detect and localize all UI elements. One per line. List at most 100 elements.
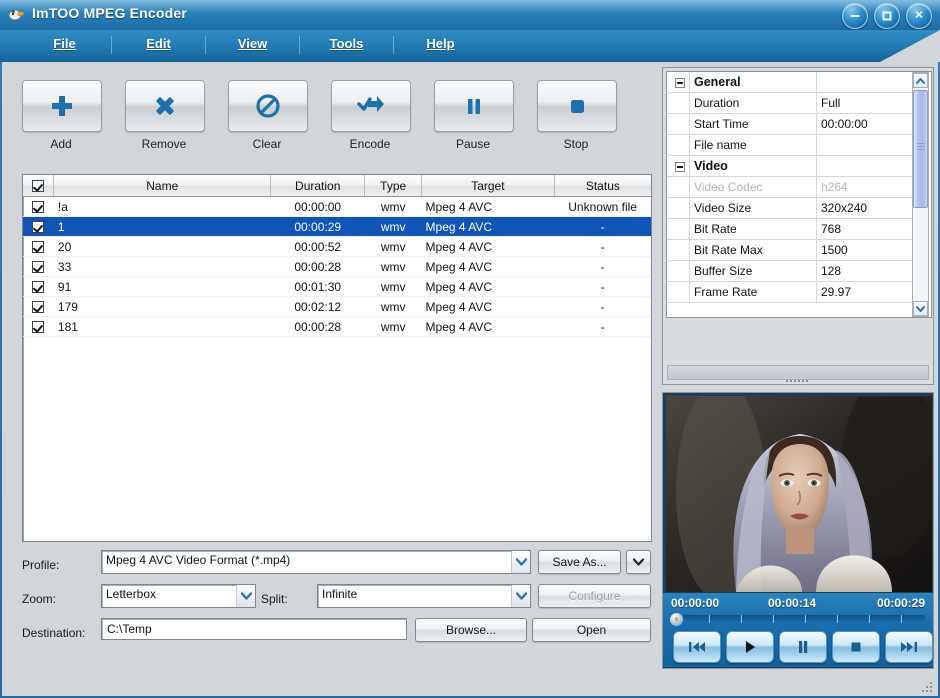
remove-button[interactable]: Remove	[125, 80, 205, 151]
row-checkbox[interactable]	[32, 201, 45, 214]
save-as-button[interactable]: Save As...	[538, 550, 621, 574]
row-checkbox-cell[interactable]	[23, 216, 54, 237]
file-list[interactable]: Name Duration Type Target Status !a 00:0…	[22, 174, 652, 542]
scrollbar-thumb[interactable]	[913, 90, 928, 208]
destination-input[interactable]: C:\Temp	[101, 618, 407, 640]
table-row[interactable]: !a 00:00:00 wmv Mpeg 4 AVC Unknown file	[23, 196, 651, 217]
table-row[interactable]: 20 00:00:52 wmv Mpeg 4 AVC -	[23, 236, 651, 257]
table-row[interactable]: 1 00:00:29 wmv Mpeg 4 AVC -	[23, 216, 651, 237]
property-row[interactable]: Duration Full	[667, 92, 929, 114]
cross-icon	[156, 97, 174, 115]
save-as-dropdown-button[interactable]	[626, 550, 651, 574]
row-checkbox[interactable]	[32, 301, 45, 314]
row-checkbox[interactable]	[32, 261, 45, 274]
clear-button[interactable]: Clear	[228, 80, 308, 151]
property-row[interactable]: Start Time 00:00:00	[667, 113, 929, 135]
table-row[interactable]: 91 00:01:30 wmv Mpeg 4 AVC -	[23, 276, 651, 297]
seek-handle[interactable]	[669, 612, 684, 627]
open-button[interactable]: Open	[532, 618, 651, 642]
menu-item-view[interactable]: View	[206, 30, 299, 57]
skip-forward-icon	[901, 642, 917, 652]
row-duration: 00:00:52	[270, 236, 365, 257]
minus-box-icon[interactable]	[675, 77, 685, 88]
table-row[interactable]: 179 00:02:12 wmv Mpeg 4 AVC -	[23, 296, 651, 317]
header-duration[interactable]: Duration	[270, 175, 366, 197]
header-select-all[interactable]	[23, 175, 55, 197]
scroll-down-icon[interactable]	[913, 301, 928, 316]
stop-button[interactable]	[832, 631, 880, 663]
menu-item-edit[interactable]: Edit	[112, 30, 205, 57]
resize-grip[interactable]	[920, 680, 934, 694]
encode-button[interactable]: Encode	[331, 80, 411, 151]
property-indent	[667, 239, 690, 261]
zoom-combo[interactable]: Letterbox	[101, 584, 256, 608]
collapse-toggle-cell[interactable]	[667, 72, 690, 93]
video-preview-image[interactable]	[666, 396, 932, 592]
property-key: Frame Rate	[689, 281, 817, 303]
property-row[interactable]: Bit Rate 768	[667, 218, 929, 240]
configure-button[interactable]: Configure	[538, 584, 651, 608]
row-target: Mpeg 4 AVC	[421, 296, 555, 317]
player-buttons	[673, 631, 933, 663]
header-target[interactable]: Target	[421, 175, 555, 197]
table-row[interactable]: 181 00:00:28 wmv Mpeg 4 AVC -	[23, 316, 651, 337]
properties-horizontal-scrollbar[interactable]	[667, 365, 929, 382]
properties-vertical-scrollbar[interactable]	[912, 72, 929, 317]
menu-item-file[interactable]: File	[18, 30, 111, 57]
row-checkbox-cell[interactable]	[23, 236, 54, 257]
property-row[interactable]: Video Codec h264	[667, 176, 929, 198]
file-list-table: Name Duration Type Target Status !a 00:0…	[23, 175, 651, 337]
stop-icon	[571, 100, 584, 113]
property-indent	[667, 113, 690, 135]
row-checkbox[interactable]	[32, 241, 45, 254]
minimize-button[interactable]	[842, 3, 868, 29]
row-checkbox-cell[interactable]	[23, 316, 54, 337]
close-button[interactable]: ✕	[906, 3, 932, 29]
stop-button[interactable]: Stop	[537, 80, 617, 151]
property-row[interactable]: Buffer Size 128	[667, 260, 929, 282]
chevron-down-icon[interactable]	[511, 551, 530, 573]
split-combo[interactable]: Infinite	[317, 584, 531, 608]
open-label: Open	[576, 623, 607, 637]
row-checkbox-cell[interactable]	[23, 256, 54, 277]
menu-item-tools[interactable]: Tools	[300, 30, 393, 57]
play-button[interactable]	[726, 631, 774, 663]
previous-button[interactable]	[673, 631, 721, 663]
next-button[interactable]	[885, 631, 933, 663]
chevron-down-icon[interactable]	[236, 585, 255, 607]
row-checkbox-cell[interactable]	[23, 196, 54, 217]
add-button[interactable]: Add	[22, 80, 102, 151]
property-indent	[667, 134, 690, 156]
scroll-up-icon[interactable]	[913, 73, 928, 88]
split-value: Infinite	[322, 587, 358, 601]
property-row[interactable]: Bit Rate Max 1500	[667, 239, 929, 261]
header-name[interactable]: Name	[53, 175, 272, 197]
table-row[interactable]: 33 00:00:28 wmv Mpeg 4 AVC -	[23, 256, 651, 277]
browse-button[interactable]: Browse...	[415, 618, 527, 642]
row-checkbox-cell[interactable]	[23, 276, 54, 297]
collapse-toggle-cell[interactable]	[667, 155, 690, 177]
profile-combo[interactable]: Mpeg 4 AVC Video Format (*.mp4)	[101, 550, 531, 574]
maximize-button[interactable]	[874, 3, 900, 29]
header-type[interactable]: Type	[364, 175, 423, 197]
properties-grid[interactable]: General Duration Full Start Time 00:00:0…	[666, 71, 932, 318]
property-row[interactable]: Frame Rate 29.97	[667, 281, 929, 303]
property-group-general[interactable]: General	[667, 72, 929, 93]
row-checkbox[interactable]	[32, 321, 45, 334]
seek-slider[interactable]	[669, 612, 925, 627]
minus-box-icon[interactable]	[675, 161, 685, 172]
select-all-checkbox[interactable]	[32, 180, 45, 193]
row-checkbox[interactable]	[32, 221, 45, 234]
property-group-video[interactable]: Video	[667, 155, 929, 177]
pause-button[interactable]	[779, 631, 827, 663]
time-start: 00:00:00	[671, 596, 720, 610]
remove-button-label: Remove	[141, 137, 187, 151]
property-row[interactable]: Video Size 320x240	[667, 197, 929, 219]
row-checkbox[interactable]	[32, 281, 45, 294]
row-checkbox-cell[interactable]	[23, 296, 54, 317]
chevron-down-icon[interactable]	[511, 585, 530, 607]
property-row[interactable]: File name	[667, 134, 929, 156]
menu-item-help[interactable]: Help	[394, 30, 487, 57]
pause-button[interactable]: Pause	[434, 80, 514, 151]
header-status[interactable]: Status	[554, 175, 651, 197]
